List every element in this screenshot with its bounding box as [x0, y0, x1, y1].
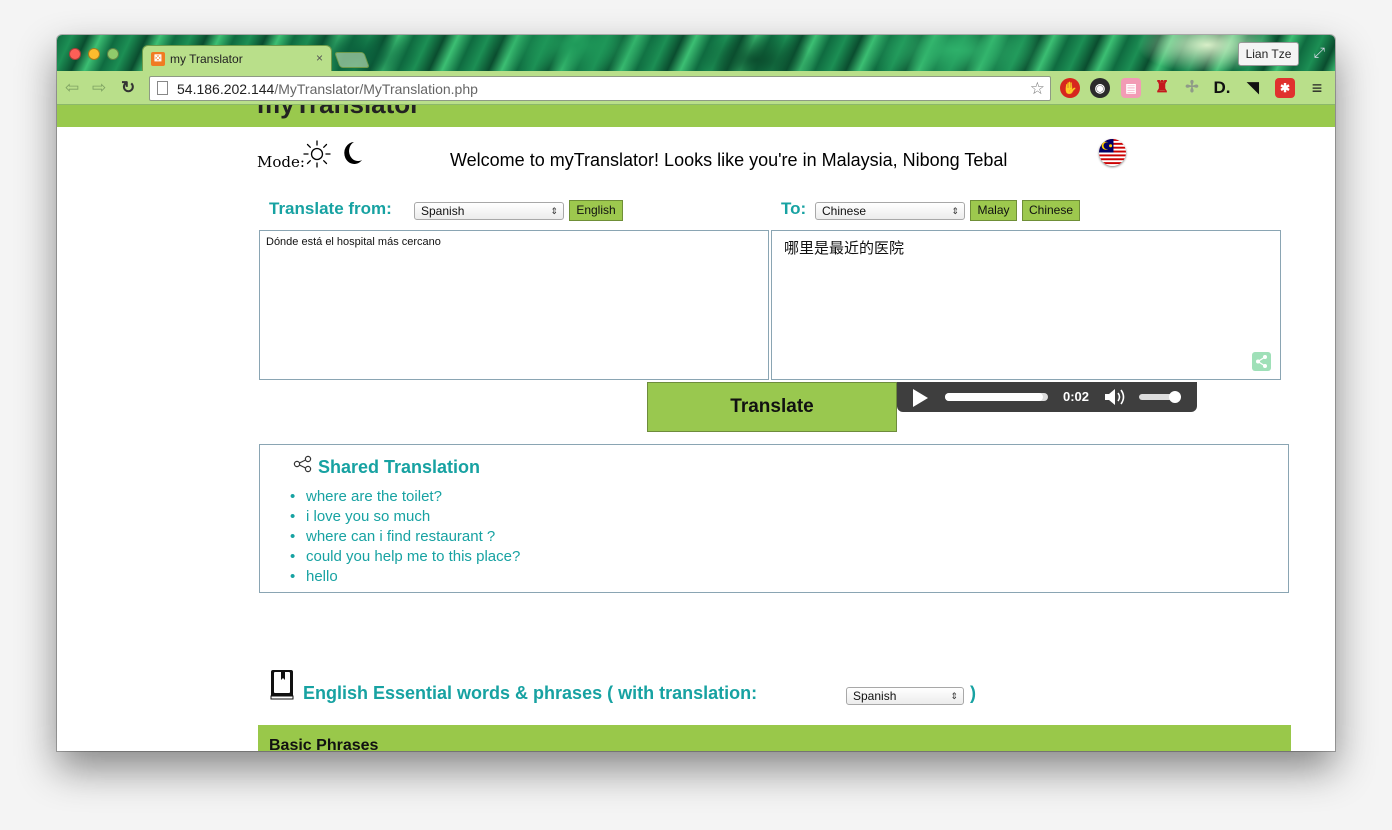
url-text[interactable]: 54.186.202.144/MyTranslator/MyTranslatio…	[177, 81, 478, 97]
site-title: myTranslator	[257, 105, 420, 120]
audio-time: 0:02	[1063, 389, 1090, 404]
essentials-language-value: Spanish	[853, 689, 897, 703]
desktop: ⊠ my Translator × Lian Tze ⤢ ⇦ ⇨ ↻ 54.18…	[0, 0, 1392, 830]
shared-item[interactable]: where can i find restaurant ?	[290, 527, 520, 547]
profile-button[interactable]: Lian Tze	[1238, 42, 1299, 66]
select-arrows-icon: ⇕	[550, 206, 558, 216]
essentials-title-close: )	[970, 683, 976, 703]
fullscreen-icon[interactable]: ⤢	[1314, 44, 1325, 61]
window-zoom-button[interactable]	[107, 48, 119, 60]
malaysia-flag-icon	[1099, 139, 1126, 166]
d-extension-icon[interactable]: D.	[1212, 78, 1232, 98]
adblock-extension-icon[interactable]: ✋	[1060, 78, 1080, 98]
book-icon	[270, 670, 294, 700]
share-outline-icon	[293, 455, 312, 473]
translate-from-label: Translate from:	[269, 199, 392, 218]
translate-button[interactable]: Translate	[647, 382, 897, 432]
browser-window: ⊠ my Translator × Lian Tze ⤢ ⇦ ⇨ ↻ 54.18…	[57, 35, 1335, 751]
window-minimize-button[interactable]	[88, 48, 100, 60]
shared-translation-title: Shared Translation	[318, 457, 481, 477]
audio-progress-fill	[945, 393, 1043, 401]
window-close-button[interactable]	[69, 48, 81, 60]
translated-text-output: 哪里是最近的医院	[771, 230, 1281, 380]
address-bar[interactable]: 54.186.202.144/MyTranslator/MyTranslatio…	[149, 76, 1051, 101]
browser-toolbar: ⇦ ⇨ ↻ 54.186.202.144/MyTranslator/MyTran…	[57, 71, 1335, 105]
welcome-message: Welcome to myTranslator! Looks like you'…	[450, 150, 1008, 170]
quick-chinese-button[interactable]: Chinese	[1022, 200, 1080, 221]
target-language-select[interactable]: Chinese ⇕	[815, 202, 965, 220]
couch-extension-icon[interactable]: ♜	[1152, 78, 1172, 98]
essentials-title: English Essential words & phrases ( with…	[303, 683, 758, 703]
audio-seek-bar[interactable]	[945, 393, 1048, 401]
tab-title: my Translator	[170, 52, 243, 66]
page-content: myTranslator Mode: Welcome to myTranslat…	[57, 105, 1335, 751]
url-host: 54.186.202.144	[177, 81, 275, 97]
shared-item[interactable]: could you help me to this place?	[290, 547, 520, 567]
share-icon[interactable]	[1252, 352, 1271, 371]
browser-tab[interactable]: ⊠ my Translator ×	[142, 45, 332, 72]
volume-slider-knob[interactable]	[1169, 391, 1181, 403]
essentials-language-select[interactable]: Spanish ⇕	[846, 687, 964, 705]
select-arrows-icon: ⇕	[951, 206, 959, 216]
tab-close-icon[interactable]: ×	[316, 51, 323, 65]
notes-extension-icon[interactable]: ▤	[1121, 78, 1141, 98]
play-icon[interactable]	[913, 389, 928, 407]
camera-extension-icon[interactable]: ◉	[1090, 78, 1110, 98]
bookmark-star-icon[interactable]: ☆	[1030, 79, 1045, 99]
translate-to-label: To:	[781, 199, 807, 218]
pinwheel-extension-icon[interactable]: ✢	[1182, 78, 1202, 98]
select-arrows-icon: ⇕	[950, 691, 958, 701]
shared-item[interactable]: where are the toilet?	[290, 487, 520, 507]
tab-bar: ⊠ my Translator × Lian Tze ⤢	[57, 35, 1335, 72]
basic-phrases-label: Basic Phrases	[269, 737, 379, 751]
forward-arrow-icon[interactable]: ⇨	[92, 78, 106, 98]
mode-label: Mode:	[257, 153, 305, 171]
shared-translation-list: where are the toilet? i love you so much…	[290, 487, 520, 587]
back-arrow-icon[interactable]: ⇦	[65, 78, 79, 98]
xampp-favicon-icon: ⊠	[151, 52, 165, 66]
shared-item[interactable]: i love you so much	[290, 507, 520, 527]
menu-hamburger-icon[interactable]: ≡	[1307, 78, 1327, 98]
quick-english-button[interactable]: English	[569, 200, 623, 221]
quick-malay-button[interactable]: Malay	[970, 200, 1017, 221]
source-text-input[interactable]: Dónde está el hospital más cercano	[259, 230, 769, 380]
shared-item[interactable]: hello	[290, 567, 520, 587]
page-icon	[157, 81, 168, 95]
volume-icon[interactable]	[1103, 387, 1129, 407]
audio-player: 0:02	[897, 382, 1197, 412]
owl-extension-icon[interactable]: ◥	[1243, 78, 1263, 98]
header-strip: myTranslator	[57, 105, 1335, 127]
source-language-value: Spanish	[421, 204, 465, 218]
basic-phrases-section[interactable]: Basic Phrases	[258, 725, 1291, 751]
new-tab-button[interactable]	[334, 52, 370, 68]
shared-translation-panel: Shared Translation where are the toilet?…	[259, 444, 1289, 593]
reload-icon[interactable]: ↻	[121, 78, 135, 98]
url-path: /MyTranslator/MyTranslation.php	[274, 81, 478, 97]
moon-icon[interactable]	[343, 141, 363, 165]
target-language-value: Chinese	[822, 204, 867, 218]
lastpass-extension-icon[interactable]: ✱	[1275, 78, 1295, 98]
source-language-select[interactable]: Spanish ⇕	[414, 202, 564, 220]
sun-icon[interactable]	[303, 140, 331, 168]
